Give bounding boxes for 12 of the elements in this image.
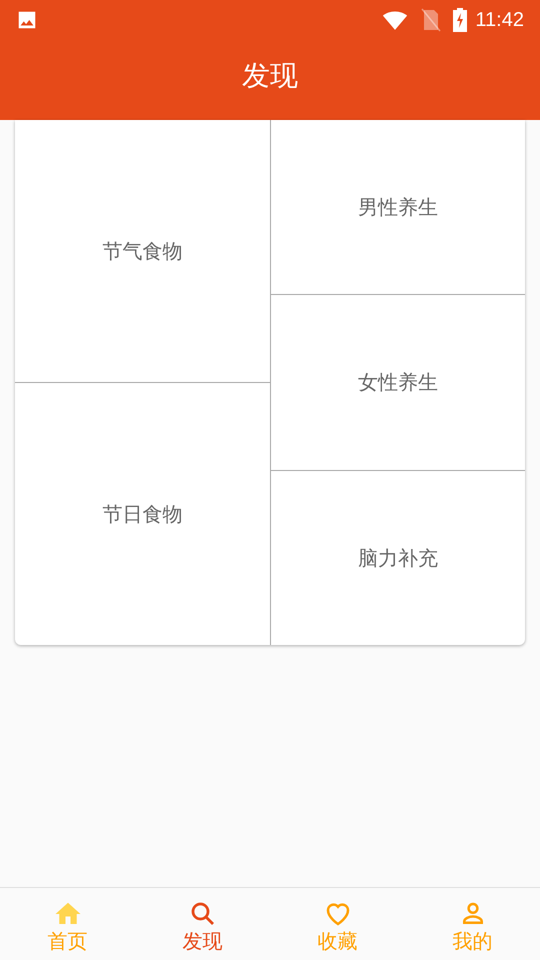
status-time: 11:42 bbox=[475, 8, 524, 33]
image-icon bbox=[16, 9, 38, 31]
category-item[interactable]: 女性养生 bbox=[358, 367, 438, 398]
nav-tab[interactable]: 发现 bbox=[135, 888, 270, 960]
page-title: 发现 bbox=[242, 58, 298, 94]
battery-charging-icon bbox=[453, 8, 468, 32]
category-item[interactable]: 脑力补充 bbox=[358, 542, 438, 573]
no-sim-icon bbox=[421, 8, 442, 32]
wifi-icon bbox=[381, 9, 410, 31]
category-item[interactable]: 男性养生 bbox=[358, 192, 438, 222]
category-item[interactable]: 节气食物 bbox=[102, 236, 182, 266]
category-item[interactable]: 节日食物 bbox=[102, 499, 182, 529]
